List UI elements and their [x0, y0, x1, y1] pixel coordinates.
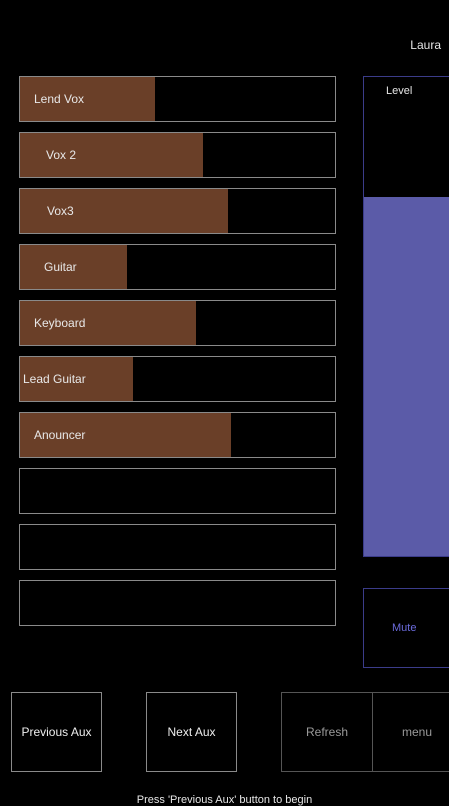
channel-fader[interactable]: Lead Guitar: [19, 356, 336, 402]
channel-fader[interactable]: Guitar: [19, 244, 336, 290]
channel-label: Guitar: [44, 260, 77, 274]
channel-fader[interactable]: Lend Vox: [19, 76, 336, 122]
refresh-button[interactable]: Refresh: [281, 692, 373, 772]
status-message: Press 'Previous Aux' button to begin: [136, 794, 313, 806]
channel-list: Lend Vox Vox 2 Vox3 Guitar Keyboard Lead…: [19, 76, 336, 636]
channel-label: Lend Vox: [34, 92, 85, 106]
channel-fader[interactable]: Vox3: [19, 188, 336, 234]
channel-fader[interactable]: Anouncer: [19, 412, 336, 458]
channel-fader[interactable]: [19, 580, 336, 626]
channel-label: Anouncer: [34, 428, 86, 442]
channel-fader[interactable]: [19, 468, 336, 514]
mute-label: Mute: [392, 622, 417, 634]
channel-fader[interactable]: Keyboard: [19, 300, 336, 346]
channel-fader[interactable]: [19, 524, 336, 570]
channel-label: Keyboard: [34, 316, 86, 330]
mute-button[interactable]: Mute: [363, 588, 449, 668]
channel-label: Vox 2: [46, 148, 77, 162]
channel-fader[interactable]: Vox 2: [19, 132, 336, 178]
level-title: Level: [386, 85, 413, 97]
level-fill: [364, 196, 449, 556]
channel-label: Vox3: [47, 204, 74, 218]
next-aux-button[interactable]: Next Aux: [146, 692, 237, 772]
level-slider[interactable]: Level: [363, 76, 449, 557]
user-name: Laura: [410, 38, 441, 52]
channel-label: Lead Guitar: [23, 372, 86, 386]
previous-aux-button[interactable]: Previous Aux: [11, 692, 102, 772]
menu-button[interactable]: menu: [372, 692, 449, 772]
